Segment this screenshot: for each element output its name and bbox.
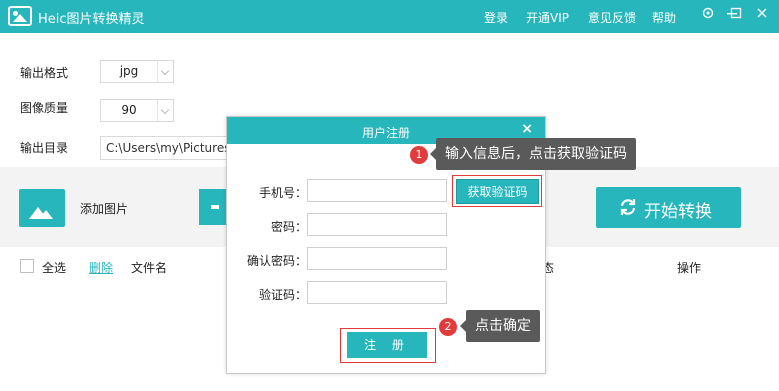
- get-code-button[interactable]: 获取验证码: [456, 179, 539, 204]
- start-convert-label: 开始转换: [644, 202, 712, 222]
- menu-feedback[interactable]: 意见反馈: [588, 9, 636, 26]
- format-value: jpg: [119, 64, 139, 78]
- action-column-header: 操作: [677, 261, 702, 275]
- register-button[interactable]: 注 册: [347, 332, 427, 358]
- menu-help[interactable]: 帮助: [652, 9, 676, 26]
- menu-vip[interactable]: 开通VIP: [526, 9, 569, 26]
- confirm-password-input[interactable]: [307, 247, 447, 270]
- password-label: 密码：: [270, 220, 307, 234]
- step-badge-2: 2: [439, 318, 457, 336]
- quality-select[interactable]: 90: [100, 99, 174, 122]
- folder-icon[interactable]: [199, 189, 229, 225]
- phone-input[interactable]: [307, 179, 447, 202]
- title-bar: Heic图片转换精灵 登录 开通VIP 意见反馈 帮助: [0, 0, 779, 33]
- chevron-down-icon: [157, 61, 173, 82]
- tooltip-step-1: 输入信息后，点击获取验证码: [430, 138, 636, 170]
- format-select[interactable]: jpg: [100, 60, 174, 83]
- close-icon[interactable]: ×: [521, 121, 533, 137]
- verification-code-input[interactable]: [307, 281, 447, 304]
- quality-value: 90: [121, 103, 137, 117]
- output-dir-label: 输出目录: [20, 141, 69, 155]
- filename-column-header: 文件名: [131, 261, 168, 275]
- delete-link[interactable]: 删除: [89, 259, 113, 276]
- app-title: Heic图片转换精灵: [38, 12, 145, 27]
- phone-label: 手机号：: [258, 186, 307, 200]
- chevron-down-icon: [157, 100, 173, 121]
- select-all-label[interactable]: 全选: [42, 259, 66, 276]
- menu-login[interactable]: 登录: [484, 9, 508, 26]
- step-badge-1: 1: [410, 146, 428, 164]
- tooltip-step-2: 点击确定: [460, 310, 540, 342]
- verification-code-label: 验证码：: [258, 288, 307, 302]
- app-logo-icon: [8, 6, 32, 26]
- image-icon[interactable]: [19, 189, 65, 227]
- format-label: 输出格式: [20, 66, 69, 80]
- quality-label: 图像质量: [20, 101, 69, 115]
- start-convert-button[interactable]: 开始转换: [596, 187, 741, 228]
- maximize-icon[interactable]: [727, 6, 745, 24]
- password-input[interactable]: [307, 213, 447, 236]
- settings-icon[interactable]: [699, 6, 717, 24]
- add-image-label[interactable]: 添加图片: [80, 200, 128, 217]
- confirm-password-label: 确认密码：: [246, 254, 307, 268]
- output-dir-field[interactable]: C:\Users\my\Pictures\: [100, 136, 240, 160]
- close-icon[interactable]: [753, 6, 771, 24]
- select-all-checkbox[interactable]: [20, 259, 34, 273]
- refresh-icon: [620, 199, 636, 215]
